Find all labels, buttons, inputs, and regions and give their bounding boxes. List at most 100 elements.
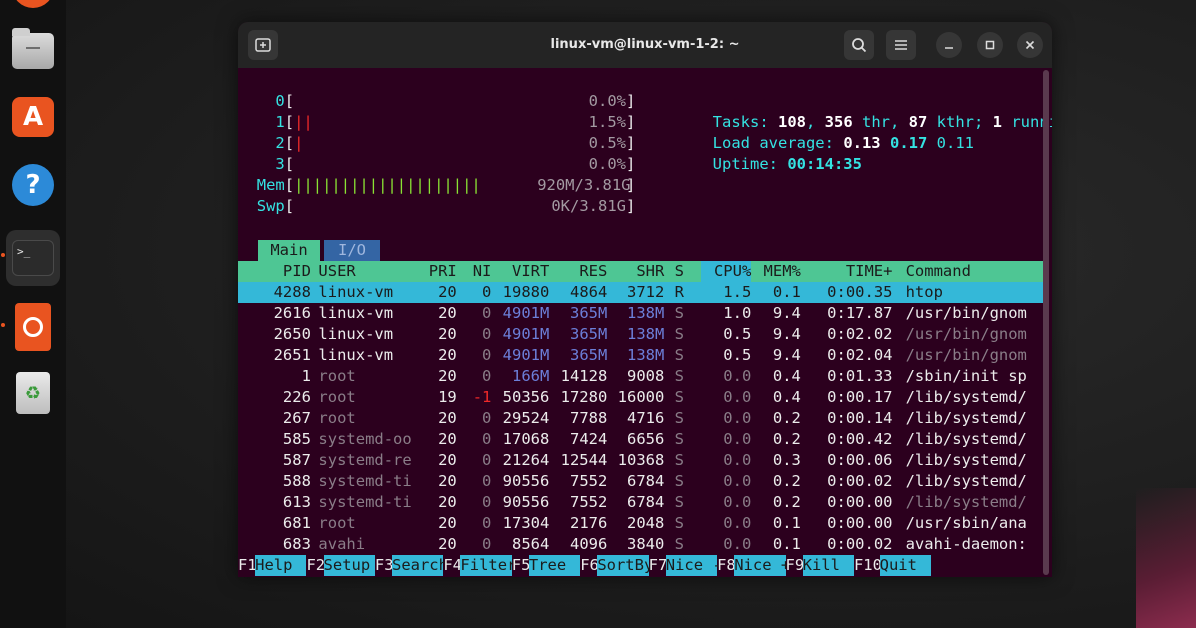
cell-mem: 0.1 [772, 283, 801, 301]
dock-help[interactable]: ? [8, 160, 58, 210]
process-row[interactable]: 588 systemd-ti 20 0 90556 7552 6784 S 0.0 0.2 0:00… [238, 471, 1043, 492]
dock-ubuntu[interactable] [8, 302, 58, 352]
cell-ni: -1 [472, 388, 492, 406]
fkey-f3: F3 [374, 556, 394, 574]
dock-app-top[interactable] [8, 0, 58, 12]
process-row[interactable]: 2616 linux-vm 20 0 4901M 365M 138M S 1.0 9.4 0:17.… [238, 303, 1043, 324]
process-table-header: PID USER PRI NI VIRT RES SHR S CPU% MEM% TIME+ Comm… [238, 261, 1043, 282]
search-icon [852, 38, 867, 53]
cell-virt: 17068 [502, 430, 550, 448]
cell-s: S [674, 472, 684, 490]
dock-terminal[interactable]: >_ [6, 230, 60, 286]
cell-shr: 6784 [627, 472, 665, 490]
cell-ni: 0 [482, 493, 492, 511]
cell-time: 0:00.17 [827, 388, 893, 406]
column-header-ni[interactable]: NI [459, 261, 492, 282]
fkey-f5-button[interactable]: Tree [528, 555, 581, 576]
cell-virt: 4901M [502, 304, 550, 322]
cell-time: 0:02.02 [827, 325, 893, 343]
column-header-pri[interactable]: PRI [419, 261, 457, 282]
scrollbar[interactable] [1043, 70, 1049, 575]
cell-pri: 20 [438, 409, 457, 427]
cell-pid: 1 [301, 367, 311, 385]
fkey-f2-button[interactable]: Setup [323, 555, 375, 576]
cell-s: S [674, 409, 684, 427]
menu-button[interactable] [886, 30, 916, 60]
dock-app-center[interactable]: A [8, 92, 58, 142]
fkey-f8-button[interactable]: Nice + [734, 555, 790, 576]
column-header-res[interactable]: RES [551, 261, 607, 282]
dock-files[interactable] [8, 26, 58, 76]
cell-user: root [318, 514, 356, 532]
cell-time: 0:00.14 [827, 409, 893, 427]
tab-io[interactable]: I/O [324, 240, 380, 261]
process-row[interactable]: 681 root 20 0 17304 2176 2048 S 0.0 0.1 0:00.00/us… [238, 513, 1043, 534]
cell-cmd: /sbin/init sp [905, 367, 1027, 385]
cpu-meter-2: 2[| 0.5%] [238, 133, 638, 154]
cell-pid: 2651 [273, 346, 311, 364]
cell-pri: 20 [438, 283, 457, 301]
process-row[interactable]: 585 systemd-oo 20 0 17068 7424 6656 S 0.0 0.2 0:00… [238, 429, 1043, 450]
cell-pid: 4288 [273, 283, 311, 301]
cell-ni: 0 [482, 283, 492, 301]
cell-user: root [318, 409, 356, 427]
swap-meter-label: Swp [256, 197, 285, 215]
fkey-f4-button[interactable]: Filter [460, 555, 516, 576]
cell-ni: 0 [482, 451, 492, 469]
column-header-shr[interactable]: SHR [608, 261, 664, 282]
column-header-mem[interactable]: MEM% [754, 261, 801, 282]
cell-shr: 10368 [617, 451, 665, 469]
process-row[interactable]: 267 root 20 0 29524 7788 4716 S 0.0 0.2 0:00.14/li… [238, 408, 1043, 429]
process-row[interactable]: 587 systemd-re 20 0 21264 12544 10368 S 0.0 0.3 0:… [238, 450, 1043, 471]
swap-meter-value: 0K/3.81G [551, 197, 626, 215]
process-row[interactable]: 2650 linux-vm 20 0 4901M 365M 138M S 0.5 9.4 0:02.… [238, 324, 1043, 345]
process-row[interactable]: 613 systemd-ti 20 0 90556 7552 6784 S 0.0 0.2 0:00… [238, 492, 1043, 513]
cell-res: 12544 [560, 451, 608, 469]
tab-main[interactable]: Main [258, 240, 320, 261]
window-title: linux-vm@linux-vm-1-2: ~ [550, 37, 740, 52]
cell-mem: 9.4 [772, 304, 801, 322]
terminal-content[interactable]: 0[0.0%] 1[|| 1.5%] 2[| 0.5%] 3[0.0%] Mem[|||||… [238, 68, 1052, 577]
fkey-f3-button[interactable]: Search [391, 555, 448, 576]
cpu-meter-1-bars: || [294, 113, 313, 131]
close-button[interactable] [1017, 32, 1043, 58]
column-header-virt[interactable]: VIRT [493, 261, 549, 282]
fkey-f6-button[interactable]: SortBy [597, 555, 653, 576]
process-row[interactable]: 2651 linux-vm 20 0 4901M 365M 138M S 0.5 9.4 0:02.… [238, 345, 1043, 366]
minimize-button[interactable] [936, 32, 962, 58]
fkey-f6: F6 [580, 556, 599, 574]
cell-shr: 3840 [627, 535, 665, 553]
new-tab-button[interactable] [248, 30, 278, 60]
cell-time: 0:00.00 [827, 493, 893, 511]
cell-cmd: /lib/systemd/ [905, 493, 1027, 511]
column-header-cpu[interactable]: CPU% [700, 261, 752, 282]
swap-meter-bracket-close: ] [626, 197, 636, 215]
cell-mem: 0.1 [772, 514, 801, 532]
column-header-time[interactable]: TIME+ [805, 261, 893, 282]
column-header-pid[interactable]: PID [238, 261, 311, 282]
cell-s: S [674, 346, 684, 364]
fkey-f1: F1 [238, 556, 257, 574]
cell-ni: 0 [482, 325, 492, 343]
column-header-cmd[interactable]: Command [906, 261, 1042, 282]
cell-res: 365M [569, 304, 608, 322]
trash-icon: ♻ [16, 372, 50, 414]
process-row[interactable]: 1 root 20 0 166M 14128 9008 S 0.0 0.4 0:01.33/sbin… [238, 366, 1043, 387]
fkey-f1-button[interactable]: Help [255, 555, 307, 576]
fkey-f10-button[interactable]: Quit [879, 555, 931, 576]
maximize-button[interactable] [977, 32, 1003, 58]
search-button[interactable] [844, 30, 874, 60]
fkey-f9-button[interactable]: Kill [802, 555, 854, 576]
process-row[interactable]: 226 root 19 -1 50356 17280 16000 S 0.0 0.4 0:00.17… [238, 387, 1043, 408]
process-row[interactable]: 683 avahi 20 0 8564 4096 3840 S 0.0 0.1 0:00.02 ava… [238, 534, 1043, 555]
app-center-icon: A [12, 97, 54, 137]
dock-trash[interactable]: ♻ [8, 368, 58, 418]
fkey-f7-button[interactable]: Nice - [665, 555, 722, 576]
cell-mem: 0.2 [772, 493, 801, 511]
column-header-user[interactable]: USER [318, 261, 421, 282]
title-bar[interactable]: linux-vm@linux-vm-1-2: ~ [238, 22, 1052, 68]
process-row[interactable]: 4288 linux-vm 20 0 19880 4864 3712 R 1.5 0.1 0:00.… [238, 282, 1043, 303]
cell-res: 7552 [569, 472, 608, 490]
cpu-meter-2-bracket-close: ] [626, 134, 636, 152]
column-header-s[interactable]: S [675, 261, 689, 282]
